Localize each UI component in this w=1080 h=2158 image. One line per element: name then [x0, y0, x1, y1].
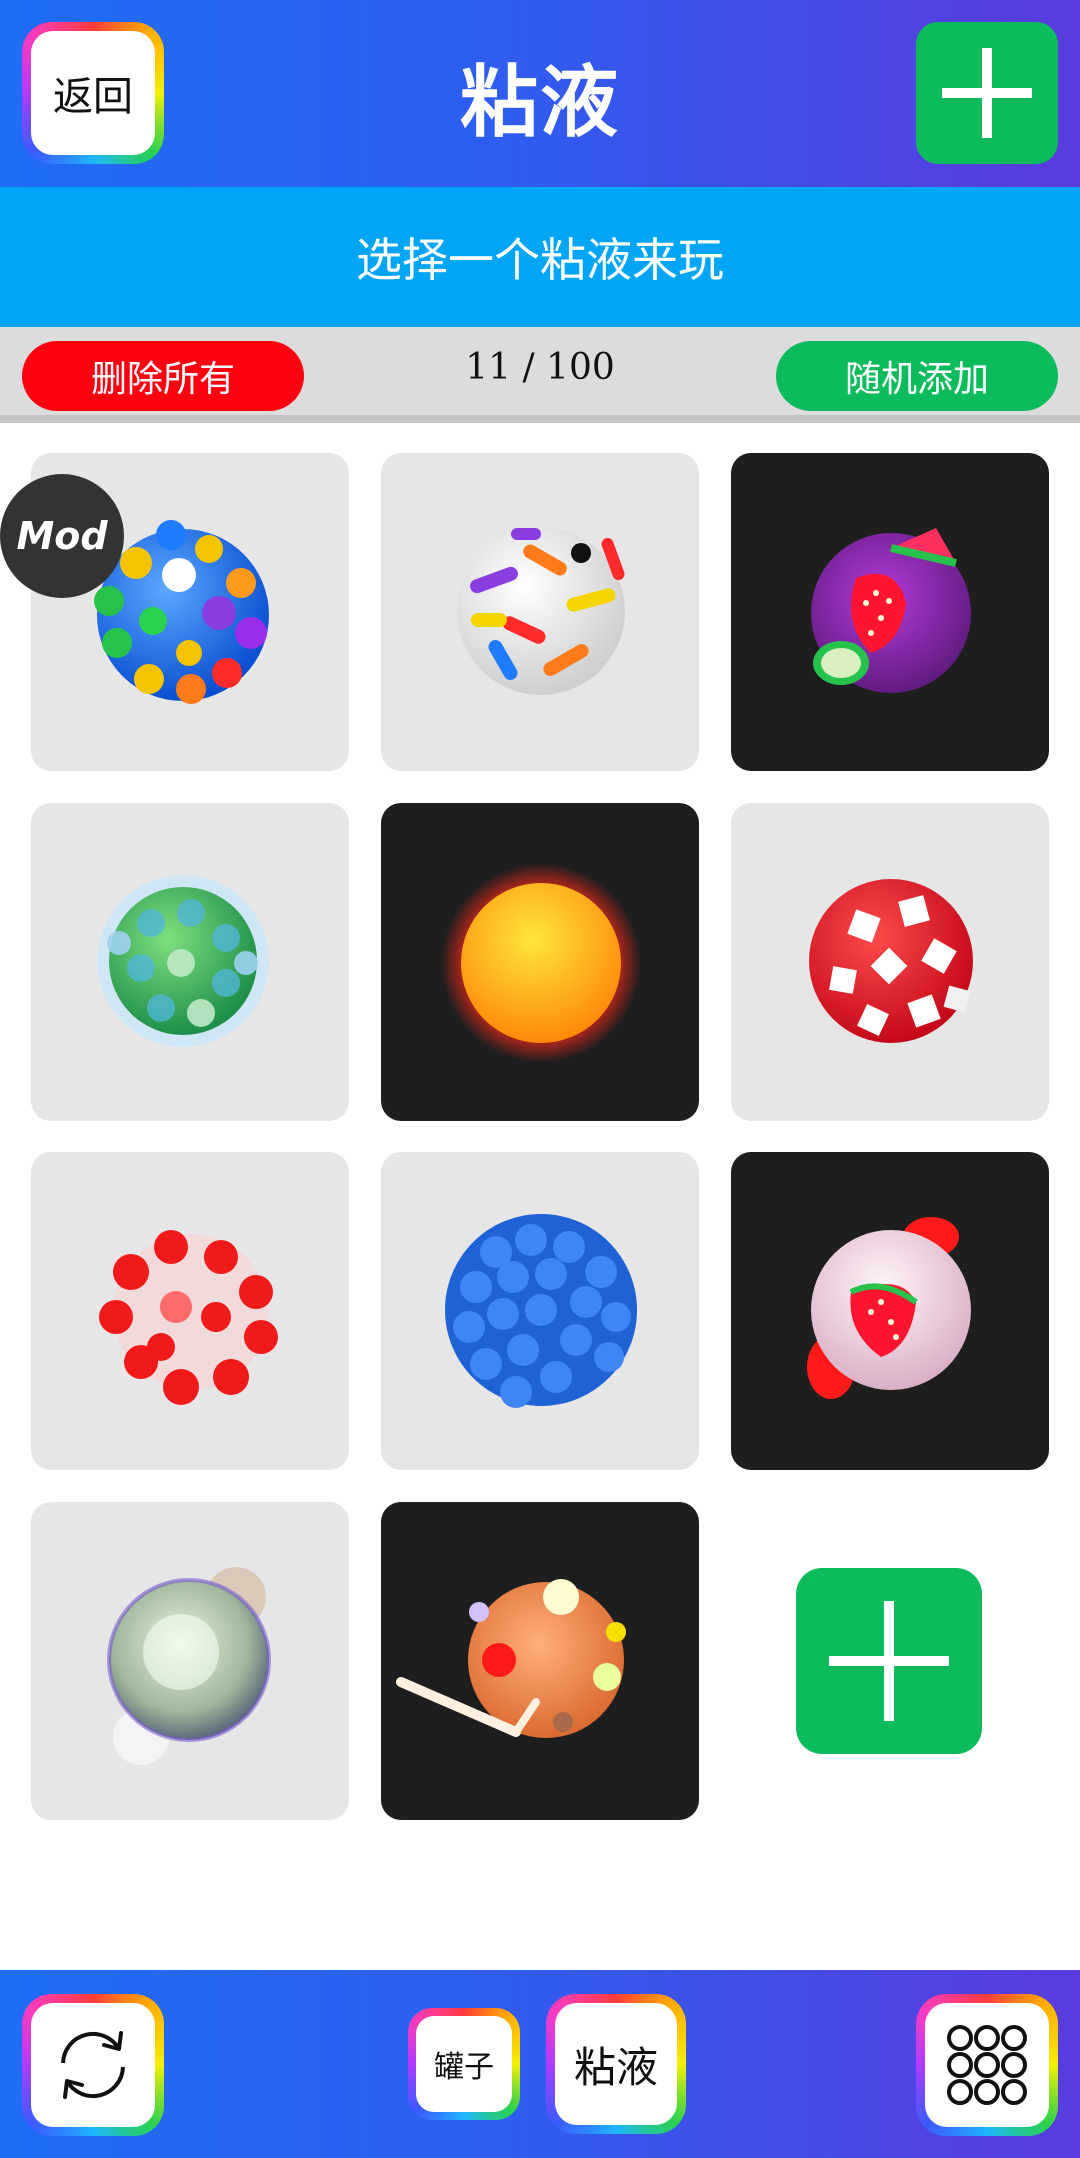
- slime-tile-orange-orb[interactable]: [381, 1502, 699, 1820]
- random-add-button[interactable]: 随机添加: [776, 341, 1058, 411]
- add-slime-button[interactable]: [916, 22, 1058, 164]
- slime-tile-sprinkle[interactable]: [381, 453, 699, 771]
- delete-all-button[interactable]: 删除所有: [22, 341, 304, 411]
- pearl-bubble-slime-image: [107, 1567, 271, 1765]
- add-slime-tile-button[interactable]: [796, 1568, 982, 1754]
- fruit-glow-slime-image: [811, 528, 971, 693]
- blue-foam-slime-image: [445, 1214, 637, 1408]
- back-button-label: 返回: [31, 31, 155, 155]
- subtitle-banner: 选择一个粘液来玩: [0, 187, 1080, 327]
- slime-tile-blue-foam[interactable]: [381, 1152, 699, 1470]
- control-bar: 删除所有 11 / 100 随机添加: [0, 327, 1080, 423]
- slime-tile-strawberry-glow[interactable]: [731, 1152, 1049, 1470]
- strawberry-glow-slime-image: [807, 1217, 971, 1399]
- jar-button-label: 罐子: [416, 2016, 512, 2112]
- slime-button-label: 粘液: [555, 2003, 677, 2125]
- slime-tile-red-bead[interactable]: [31, 1152, 349, 1470]
- refresh-icon: [61, 2031, 125, 2099]
- orange-orb-slime-image: [396, 1579, 626, 1738]
- slime-tile-pearl-bubble[interactable]: [31, 1502, 349, 1820]
- slime-tile-fruit-glow[interactable]: [731, 453, 1049, 771]
- sprinkle-slime-image: [457, 527, 625, 695]
- refresh-button[interactable]: [22, 1994, 164, 2136]
- plus-icon-bar: [829, 1656, 949, 1666]
- slime-tile-red-white-cube[interactable]: [731, 803, 1049, 1121]
- plus-icon-bar: [942, 88, 1032, 98]
- back-button[interactable]: 返回: [22, 22, 164, 164]
- red-bead-slime-image: [99, 1230, 278, 1405]
- sun-glow-slime-image: [441, 863, 641, 1063]
- red-white-cube-slime-image: [809, 879, 973, 1043]
- slime-tile-green-bubble[interactable]: [31, 803, 349, 1121]
- page-title: 粘液: [459, 58, 620, 148]
- slime-counter: 11 / 100: [465, 347, 615, 388]
- grid-icon: [947, 2025, 1027, 2105]
- slime-button[interactable]: 粘液: [546, 1994, 686, 2134]
- mod-badge[interactable]: Mod: [0, 474, 124, 598]
- slime-tile-sun-glow[interactable]: [381, 803, 699, 1121]
- bottom-bar: 罐子 粘液: [0, 1970, 1080, 2158]
- green-bubble-slime-image: [97, 875, 269, 1047]
- grid-menu-button[interactable]: [916, 1994, 1058, 2136]
- jar-button[interactable]: 罐子: [408, 2008, 520, 2120]
- top-bar: 返回 粘液: [0, 0, 1080, 187]
